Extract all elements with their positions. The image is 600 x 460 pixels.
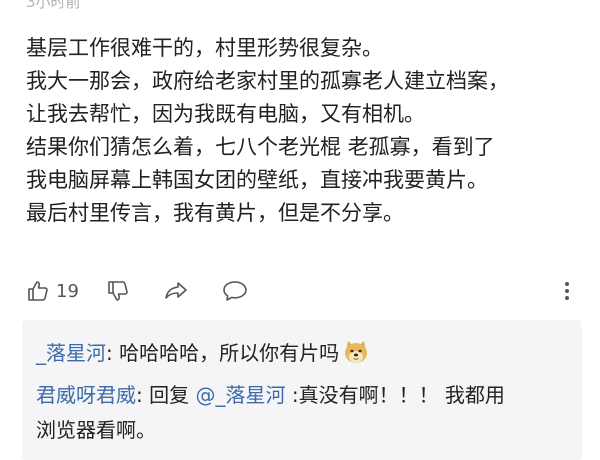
reply-separator: : (136, 383, 150, 407)
post-line: 结果你们猜怎么着，七八个老光棍 老孤寡，看到了 (26, 135, 495, 159)
reply-mention-link[interactable]: @_落星河 (195, 383, 285, 407)
comment-button[interactable] (221, 276, 249, 306)
reply-label: 回复 (149, 383, 196, 407)
dislike-button[interactable] (106, 276, 130, 306)
replies-panel: _落星河: 哈哈哈哈，所以你有片吗 君威呀君威: 回复 @_落星河 :真没有啊！… (22, 320, 582, 460)
share-button[interactable] (163, 276, 189, 306)
more-dots-icon (564, 279, 570, 303)
post-line: 我电脑屏幕上韩国女团的壁纸，直接冲我要黄片。 (26, 168, 488, 192)
comment-bubble-icon (221, 279, 249, 303)
reply-text: :真没有啊！！！ 我都用 (285, 383, 505, 407)
post-line: 我大一那会，政府给老家村里的孤寡老人建立档案， (26, 69, 509, 93)
reply-separator: : (106, 341, 120, 365)
post-body: 基层工作很难干的，村里形势很复杂。 我大一那会，政府给老家村里的孤寡老人建立档案… (26, 32, 591, 230)
thumbs-down-icon (106, 279, 130, 303)
reply-item: 君威呀君威: 回复 @_落星河 :真没有啊！！！ 我都用 (36, 380, 505, 410)
doge-emoji-icon (343, 339, 369, 373)
reply-username[interactable]: _落星河 (36, 341, 106, 365)
reply-text-continuation: 浏览器看啊。 (36, 418, 156, 442)
post-line: 最后村里传言，我有黄片，但是不分享。 (26, 201, 404, 225)
reply-username[interactable]: 君威呀君威 (36, 383, 136, 407)
like-button[interactable]: 19 (26, 276, 79, 306)
share-arrow-icon (163, 279, 189, 303)
action-bar: 19 (26, 276, 582, 306)
reply-item: _落星河: 哈哈哈哈，所以你有片吗 (36, 338, 369, 373)
more-options-button[interactable] (564, 276, 570, 306)
reply-text: 哈哈哈哈，所以你有片吗 (119, 341, 340, 365)
thumbs-up-icon (26, 279, 50, 303)
post-line: 基层工作很难干的，村里形势很复杂。 (26, 36, 383, 60)
like-count: 19 (56, 280, 79, 302)
post-line: 让我去帮忙，因为我既有电脑，又有相机。 (26, 102, 425, 126)
post-timestamp: 3小时前 (26, 0, 81, 11)
